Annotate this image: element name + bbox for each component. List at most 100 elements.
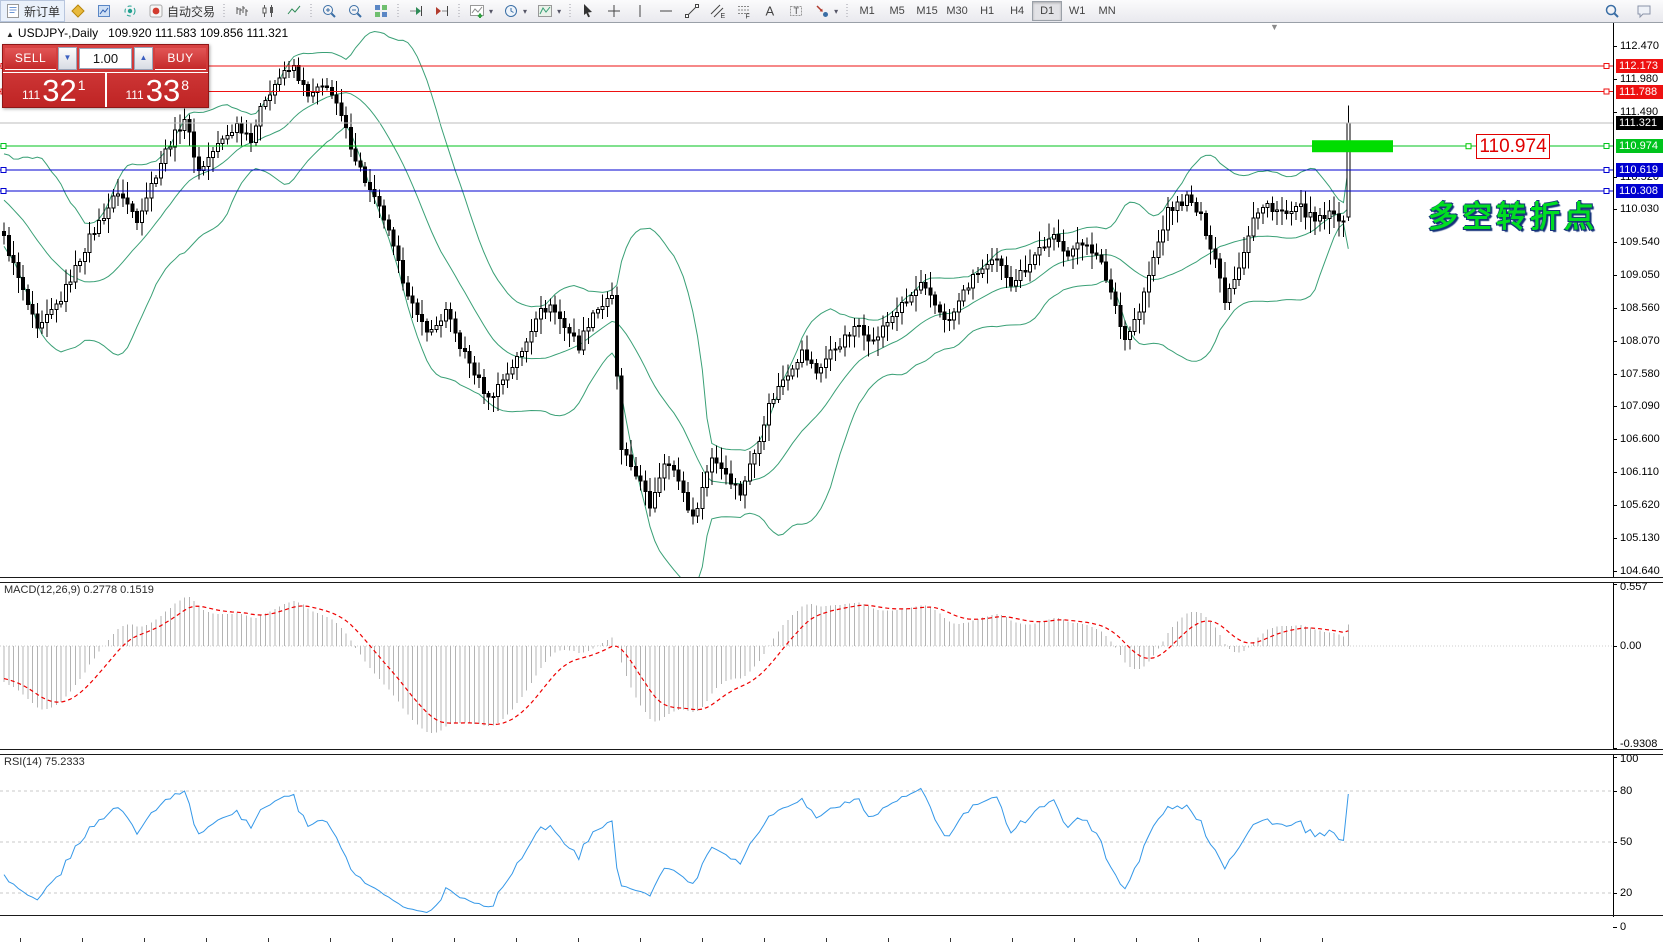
- chinese-note-text[interactable]: 多空转折点: [1428, 192, 1598, 236]
- bollinger-bands: [4, 32, 1348, 579]
- date-tick: [454, 938, 455, 942]
- timeframe-m1-button[interactable]: M1: [852, 1, 882, 21]
- indicators-icon: [469, 3, 485, 19]
- price-tick: [1613, 79, 1617, 80]
- toolbar-chat-button[interactable]: [1631, 0, 1657, 22]
- toolbar-autotrade-button[interactable]: 自动交易: [143, 0, 220, 22]
- toolbar-fibonacci-button[interactable]: F: [731, 0, 757, 22]
- candle-chart-icon: [260, 3, 276, 19]
- macd-tick-label: 0.00: [1620, 640, 1641, 652]
- macd-signal-line: [4, 605, 1348, 725]
- date-tick: [578, 938, 579, 942]
- candlesticks: [3, 58, 1350, 525]
- toolbar-tile-windows-button[interactable]: [368, 0, 394, 22]
- toolbar-templates-button[interactable]: ▾: [532, 0, 566, 22]
- timeframe-m30-button[interactable]: M30: [942, 1, 972, 21]
- panel-separator[interactable]: [0, 915, 1663, 916]
- bar-chart-icon: [234, 3, 250, 19]
- svg-text:A: A: [766, 4, 775, 19]
- timeframe-d1-button[interactable]: D1: [1032, 1, 1062, 21]
- toolbar-trendline-button[interactable]: [679, 0, 705, 22]
- price-tick: [1613, 439, 1617, 440]
- macd-indicator-panel[interactable]: [0, 581, 1613, 750]
- toolbar-search-button[interactable]: [1599, 0, 1625, 22]
- chevron-down-icon: ▾: [489, 7, 493, 16]
- toolbar-equidistant-channel-button[interactable]: E: [705, 0, 731, 22]
- date-tick: [640, 938, 641, 942]
- toolbar-separator: [308, 2, 315, 20]
- toolbar-periods-button[interactable]: ▾: [498, 0, 532, 22]
- toolbar-bar-chart-button[interactable]: [229, 0, 255, 22]
- toolbar-candle-chart-button[interactable]: [255, 0, 281, 22]
- svg-text:E: E: [721, 13, 726, 19]
- panel-separator[interactable]: [0, 749, 1663, 755]
- toolbar-chart-shift-button[interactable]: [429, 0, 455, 22]
- toolbar-auto-scroll-button[interactable]: [403, 0, 429, 22]
- reports-icon: [96, 3, 112, 19]
- price-tick-label: 105.620: [1620, 499, 1660, 511]
- rsi-indicator-label: RSI(14) 75.2333: [4, 756, 85, 768]
- toolbar-arrows-button[interactable]: ▾: [809, 0, 843, 22]
- toolbar-cursor-button[interactable]: [575, 0, 601, 22]
- date-tick: [764, 938, 765, 942]
- one-click-trade-panel: SELL ▼ 1.00 ▲ BUY 111 32 1 111 33 8: [2, 44, 209, 108]
- collapse-panel-icon[interactable]: ▲: [6, 30, 14, 39]
- price-tick-label: 107.580: [1620, 368, 1660, 380]
- toolbar-line-chart-button[interactable]: [281, 0, 307, 22]
- date-tick: [1322, 938, 1323, 942]
- sell-button[interactable]: SELL: [5, 48, 56, 70]
- timeframe-w1-button[interactable]: W1: [1062, 1, 1092, 21]
- price-tick-label: 112.470: [1620, 40, 1659, 52]
- timeframe-mn-button[interactable]: MN: [1092, 1, 1122, 21]
- price-axis-line: [1613, 22, 1614, 917]
- autotrade-icon: [148, 3, 164, 19]
- auto-scroll-icon: [408, 3, 424, 19]
- price-tick-label: 110.030: [1620, 203, 1659, 215]
- toolbar-text-label-button[interactable]: T: [783, 0, 809, 22]
- rsi-indicator-panel[interactable]: [0, 753, 1613, 915]
- toolbar-text-button[interactable]: A: [757, 0, 783, 22]
- chart-window[interactable]: 112.470111.980111.490110.520110.030109.5…: [0, 22, 1663, 942]
- price-tick: [1613, 308, 1617, 309]
- toolbar-new-order-button[interactable]: 新订单: [0, 0, 65, 22]
- timeframe-h4-button[interactable]: H4: [1002, 1, 1032, 21]
- volume-input[interactable]: 1.00: [79, 48, 132, 69]
- trendline-icon: [684, 3, 700, 19]
- toolbar-indicators-button[interactable]: ▾: [464, 0, 498, 22]
- sell-price-big: 32: [42, 77, 76, 105]
- price-tick-label: 108.560: [1620, 302, 1660, 314]
- toolbar-deposit-button[interactable]: [65, 0, 91, 22]
- price-tick: [1613, 46, 1617, 47]
- vline-icon: [632, 3, 648, 19]
- timeframe-m5-button[interactable]: M5: [882, 1, 912, 21]
- chat-icon: [1636, 3, 1652, 19]
- toolbar-separator: [844, 2, 851, 20]
- volume-decrease-button[interactable]: ▼: [58, 47, 77, 70]
- buy-price-prefix: 111: [125, 88, 143, 102]
- volume-increase-button[interactable]: ▲: [134, 47, 153, 70]
- sell-price-button[interactable]: 111 32 1: [3, 73, 107, 107]
- toolbar-zoom-in-button[interactable]: [316, 0, 342, 22]
- toolbar-crosshair-button[interactable]: [601, 0, 627, 22]
- chart-shift-marker: ▼: [1270, 22, 1279, 32]
- zoom-out-icon: [347, 3, 363, 19]
- green-highlight-bar[interactable]: [1312, 140, 1393, 152]
- sell-price-sup: 1: [78, 77, 86, 93]
- buy-button[interactable]: BUY: [155, 48, 206, 70]
- timeframe-h1-button[interactable]: H1: [972, 1, 1002, 21]
- buy-price-button[interactable]: 111 33 8: [107, 73, 209, 107]
- chevron-down-icon: ▾: [523, 7, 527, 16]
- main-price-chart[interactable]: [0, 22, 1613, 578]
- toolbar-horizontal-line-button[interactable]: [653, 0, 679, 22]
- new-order-icon: [5, 3, 21, 19]
- timeframe-m15-button[interactable]: M15: [912, 1, 942, 21]
- toolbar-reports-button[interactable]: [91, 0, 117, 22]
- toolbar-signals-button[interactable]: [117, 0, 143, 22]
- price-label-object[interactable]: 110.974: [1476, 134, 1550, 159]
- toolbar-vertical-line-button[interactable]: [627, 0, 653, 22]
- panel-separator[interactable]: [0, 577, 1663, 583]
- chevron-down-icon: ▾: [557, 7, 561, 16]
- toolbar-zoom-out-button[interactable]: [342, 0, 368, 22]
- price-tick: [1613, 374, 1617, 375]
- sell-price-prefix: 111: [22, 88, 40, 102]
